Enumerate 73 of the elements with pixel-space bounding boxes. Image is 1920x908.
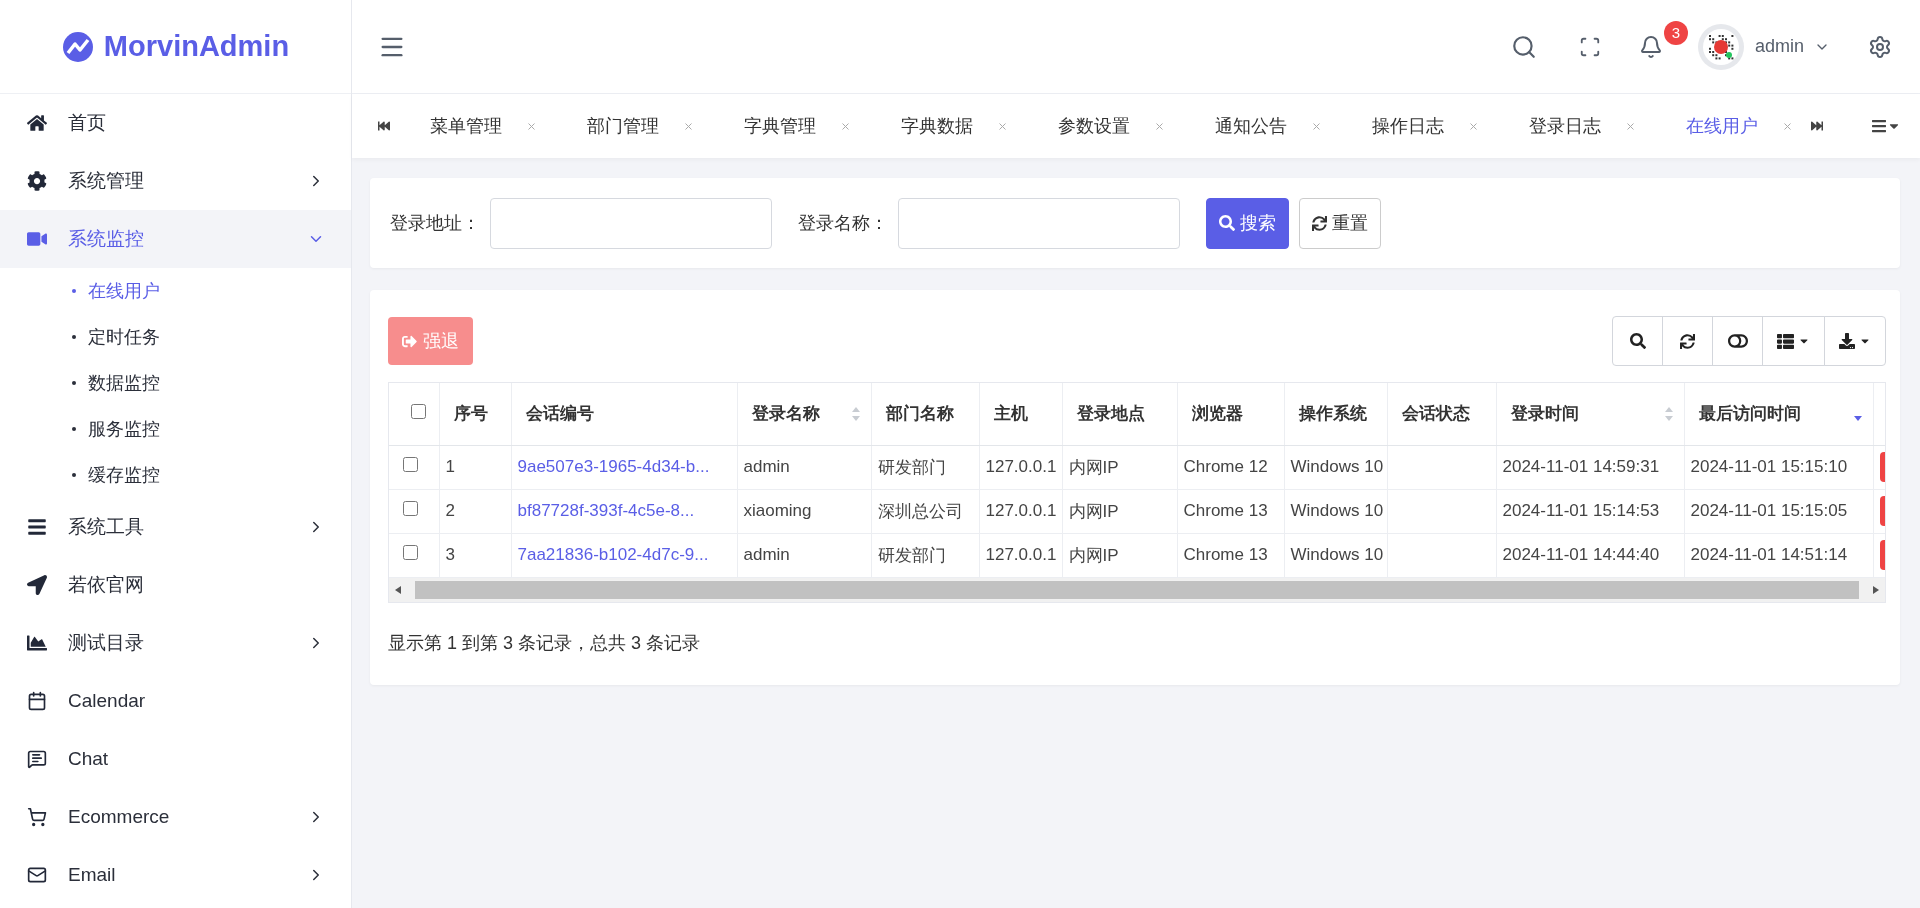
table-cell: 127.0.0.1 [985, 545, 1057, 564]
table-cell: 内网IP [1068, 457, 1119, 477]
table-cell: 2024-11-01 15:15:05 [1690, 501, 1848, 520]
field-label: 登录地址： [390, 212, 480, 235]
table-cell: Chrome 12 [1183, 457, 1268, 476]
sidebar-item[interactable]: Ecommerce [0, 788, 351, 846]
column-header: 浏览器 [1191, 403, 1243, 426]
column-header[interactable]: 登录名称 [751, 402, 820, 426]
table-cell: 1 [445, 457, 455, 476]
table-cell: admin [743, 457, 790, 476]
column-header: 操作系统 [1298, 403, 1367, 426]
sidebar-item[interactable]: 系统监控 [0, 210, 351, 268]
session-link[interactable]: 7aa21836-b102-4d7c-9... [517, 545, 709, 564]
tab[interactable]: 参数设置 [1058, 114, 1130, 138]
pagination-info: 显示第 1 到第 3 条记录，总共 3 条记录 [388, 631, 702, 655]
table-cell: Windows 10 [1290, 457, 1384, 476]
column-header: 序号 [453, 403, 488, 426]
submenu-item[interactable]: 服务监控 [0, 406, 351, 452]
table-cell: 2 [445, 501, 455, 520]
table-cell: Windows 10 [1290, 501, 1384, 520]
table-cell: 研发部门 [877, 457, 946, 477]
table-cell: 2024-11-01 14:59:31 [1502, 457, 1660, 476]
submenu-item[interactable]: 数据监控 [0, 360, 351, 406]
tab[interactable]: 登录日志 [1529, 114, 1601, 138]
tab[interactable]: 菜单管理 [430, 114, 502, 138]
submenu-item[interactable]: 缓存监控 [0, 452, 351, 498]
sidebar-item[interactable]: 系统工具 [0, 498, 351, 556]
table-cell: 深圳总公司 [877, 501, 963, 521]
table-cell: 2024-11-01 15:14:53 [1502, 501, 1660, 520]
brand-name: MorvinAdmin [103, 30, 290, 63]
table-cell: 127.0.0.1 [985, 501, 1057, 520]
sidebar-item[interactable]: 首页 [0, 94, 351, 152]
tab[interactable]: 在线用户 [1686, 114, 1758, 138]
table-cell: 内网IP [1068, 545, 1119, 565]
tab[interactable]: 操作日志 [1372, 114, 1444, 138]
sidebar-item[interactable]: 若依官网 [0, 556, 351, 614]
table-cell: Chrome 13 [1183, 501, 1268, 520]
session-link[interactable]: 9ae507e3-1965-4d34-b... [517, 457, 710, 476]
table-cell: 127.0.0.1 [985, 457, 1057, 476]
notification-badge: 3 [1663, 20, 1688, 45]
table-cell: 2024-11-01 14:44:40 [1502, 545, 1660, 564]
table-cell: xiaoming [743, 501, 812, 520]
column-header: 会话状态 [1401, 403, 1470, 426]
table-cell: Chrome 13 [1183, 545, 1268, 564]
sidebar-item[interactable]: Chat [0, 730, 351, 788]
submenu-item[interactable]: 在线用户 [0, 268, 351, 314]
column-header[interactable]: 最后访问时间 [1698, 402, 1801, 426]
search-button[interactable]: 搜索 [1206, 197, 1289, 249]
column-header: 主机 [993, 403, 1028, 426]
tab[interactable]: 部门管理 [587, 114, 659, 138]
sidebar-item[interactable]: 测试目录 [0, 614, 351, 672]
sidebar-item[interactable]: Email [0, 846, 351, 904]
column-header: 部门名称 [885, 403, 954, 426]
sidebar-item[interactable]: 系统管理 [0, 152, 351, 210]
table-cell: 2024-11-01 14:51:14 [1690, 545, 1848, 564]
tab[interactable]: 字典数据 [901, 114, 973, 138]
column-header: 登录地点 [1076, 403, 1145, 426]
reset-button[interactable]: 重置 [1299, 197, 1381, 249]
user-name[interactable]: admin [1754, 36, 1804, 57]
table-cell: 3 [445, 545, 455, 564]
sidebar-item[interactable]: Calendar [0, 672, 351, 730]
table-cell: admin [743, 545, 790, 564]
submenu-item[interactable]: 定时任务 [0, 314, 351, 360]
column-header[interactable]: 登录时间 [1510, 402, 1579, 426]
column-header: 会话编号 [525, 403, 594, 426]
tab[interactable]: 通知公告 [1215, 114, 1287, 138]
table-cell: Windows 10 [1290, 545, 1384, 564]
table-cell: 2024-11-01 15:15:10 [1690, 457, 1848, 476]
session-link[interactable]: bf87728f-393f-4c5e-8... [517, 501, 695, 520]
field-label: 登录名称： [798, 212, 888, 235]
table-cell: 研发部门 [877, 545, 946, 565]
table-cell: 内网IP [1068, 501, 1119, 521]
tab[interactable]: 字典管理 [744, 114, 816, 138]
